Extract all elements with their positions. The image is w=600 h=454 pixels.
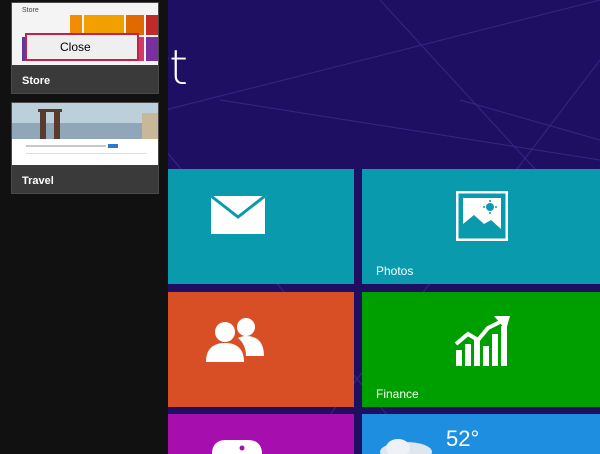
store-preview-title: Store: [22, 7, 39, 14]
games-icon: [212, 440, 262, 454]
photos-icon: [456, 191, 508, 241]
tile-photos[interactable]: Photos: [362, 169, 600, 284]
switcher-item-travel[interactable]: Travel: [11, 102, 159, 194]
tile-photos-label: Photos: [376, 264, 414, 278]
tile-weather[interactable]: 52°: [362, 414, 600, 454]
switcher-item-travel-label: Travel: [22, 175, 54, 187]
tile-games[interactable]: [158, 414, 354, 454]
tile-finance-label: Finance: [376, 387, 419, 401]
switcher-item-store-label: Store: [22, 75, 51, 87]
mail-icon: [210, 195, 266, 234]
people-icon: [206, 318, 264, 362]
app-switcher: Store Store Travel Close: [0, 0, 168, 454]
weather-temperature: 52°: [446, 426, 480, 451]
tile-mail[interactable]: [158, 169, 354, 284]
travel-preview: [12, 103, 158, 165]
tile-people[interactable]: [158, 292, 354, 407]
finance-chart-icon: [454, 316, 510, 366]
tile-finance[interactable]: Finance: [362, 292, 600, 407]
context-menu: Close: [25, 33, 139, 61]
cloud-icon: [380, 439, 432, 454]
close-menu-item[interactable]: Close: [27, 35, 137, 59]
